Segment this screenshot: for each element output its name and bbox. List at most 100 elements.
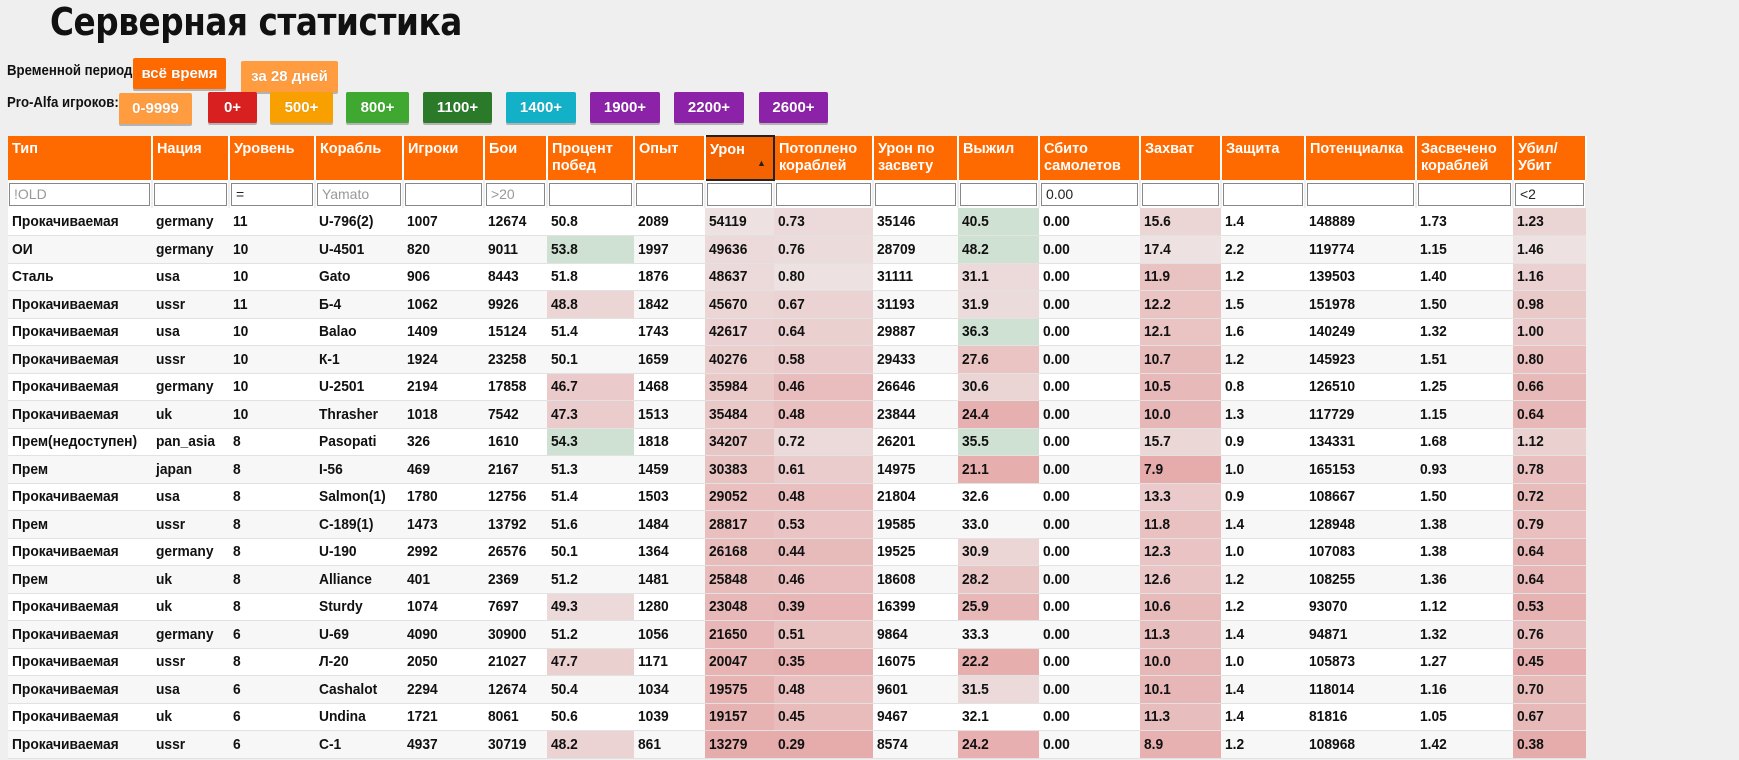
table-row[interactable]: Прокачиваемая usa 8 Salmon(1) 1780 12756 51.4 1… bbox=[8, 483, 1586, 511]
players-filter-button[interactable]: 1900+ bbox=[590, 92, 660, 123]
column-filter-input[interactable] bbox=[316, 182, 401, 206]
filter-cell bbox=[1304, 180, 1417, 208]
column-header[interactable]: Захват bbox=[1139, 136, 1222, 180]
cell-value: 1473 bbox=[406, 515, 438, 533]
table-cell: uk bbox=[151, 400, 229, 429]
column-header[interactable]: Корабль bbox=[314, 136, 404, 180]
cell-value: 26646 bbox=[876, 378, 916, 396]
column-header[interactable]: Сбито самолетов bbox=[1038, 136, 1141, 180]
cell-value: 1.2 bbox=[1224, 598, 1245, 616]
table-row[interactable]: Прем(недоступен) pan_asia 8 Pasopati 326 1610… bbox=[8, 428, 1586, 456]
column-filter-input[interactable] bbox=[153, 182, 227, 206]
table-cell: Прокачиваемая bbox=[8, 345, 152, 374]
players-filter-button[interactable]: 2200+ bbox=[674, 92, 744, 123]
table-row[interactable]: Прокачиваемая germany 10 U-2501 2194 17858 46.… bbox=[8, 373, 1586, 401]
players-filter-button[interactable]: 1400+ bbox=[506, 92, 576, 123]
players-filter-button[interactable]: 800+ bbox=[346, 92, 409, 123]
cell-value: 1.2 bbox=[1224, 268, 1245, 286]
table-row[interactable]: ОИ germany 10 U-4501 820 9011 53.8 1997 49636 0.7… bbox=[8, 235, 1586, 264]
players-filter-button[interactable]: 0+ bbox=[208, 92, 257, 123]
cell-value: 1.46 bbox=[1516, 240, 1544, 258]
cell-value: 0.79 bbox=[1516, 515, 1544, 533]
table-row[interactable]: Прокачиваемая germany 6 U-69 4090 30900 51.2 10… bbox=[8, 620, 1586, 649]
table-cell: 820 bbox=[402, 235, 484, 264]
table-row[interactable]: Прокачиваемая ussr 10 К-1 1924 23258 50.1 1659 4… bbox=[8, 345, 1586, 374]
column-header[interactable]: Потенциалка bbox=[1304, 136, 1417, 180]
table-row[interactable]: Прокачиваемая ussr 11 Б-4 1062 9926 48.8 1842 45… bbox=[8, 290, 1586, 319]
cell-value: Прокачиваемая bbox=[12, 653, 119, 671]
period-all-time-button[interactable]: всё время bbox=[133, 58, 226, 89]
column-header[interactable]: Уровень bbox=[228, 136, 316, 180]
table-row[interactable]: Прем ussr 8 С-189(1) 1473 13792 51.6 1484 28817 0… bbox=[8, 510, 1586, 539]
column-filter-input[interactable] bbox=[1514, 182, 1584, 206]
column-filter-input[interactable] bbox=[1040, 182, 1138, 206]
column-header[interactable]: Тип bbox=[8, 136, 153, 180]
players-filter-button[interactable]: 0-9999 bbox=[119, 93, 192, 124]
column-filter-input[interactable] bbox=[635, 182, 703, 206]
table-cell: 0.45 bbox=[1512, 648, 1586, 676]
table-cell: 0.66 bbox=[1512, 373, 1586, 401]
column-filter-input[interactable] bbox=[874, 182, 956, 206]
table-row[interactable]: Прокачиваемая ussr 8 Л-20 2050 21027 47.7 1171 2… bbox=[8, 648, 1586, 676]
table-cell: 0.79 bbox=[1512, 510, 1586, 539]
column-header[interactable]: Процент побед bbox=[546, 136, 635, 180]
table-cell: 45670 bbox=[704, 290, 774, 319]
cell-value: 1.6 bbox=[1224, 323, 1245, 341]
period-28-days-button[interactable]: за 28 дней bbox=[241, 61, 338, 92]
table-cell: 32.6 bbox=[957, 483, 1039, 511]
table-row[interactable]: Прокачиваемая uk 6 Undina 1721 8061 50.6 1039 19… bbox=[8, 703, 1586, 731]
table-row[interactable]: Прокачиваемая usa 10 Balao 1409 15124 51.4 1743… bbox=[8, 318, 1586, 346]
table-row[interactable]: Сталь usa 10 Gato 906 8443 51.8 1876 48637 0.80 31… bbox=[8, 263, 1586, 291]
players-filter-button[interactable]: 500+ bbox=[270, 92, 333, 123]
table-cell: 13.3 bbox=[1139, 483, 1221, 511]
cell-value: 165153 bbox=[1308, 460, 1355, 478]
column-filter-input[interactable] bbox=[404, 182, 482, 206]
cell-value: germany bbox=[155, 625, 214, 643]
column-header[interactable]: Нация bbox=[151, 136, 230, 180]
table-cell: 0.46 bbox=[773, 373, 873, 401]
column-filter-input[interactable] bbox=[1306, 182, 1414, 206]
cell-value: 1780 bbox=[406, 488, 438, 506]
table-row[interactable]: Прокачиваемая uk 8 Sturdy 1074 7697 49.3 1280 23… bbox=[8, 593, 1586, 621]
filter-cell bbox=[151, 180, 230, 208]
cell-value: 0.66 bbox=[1516, 378, 1544, 396]
column-header[interactable]: Бои bbox=[483, 136, 548, 180]
column-filter-input[interactable] bbox=[9, 182, 150, 206]
column-header[interactable]: Игроки bbox=[402, 136, 485, 180]
column-filter-input[interactable] bbox=[230, 182, 313, 206]
column-header[interactable]: Опыт bbox=[633, 136, 706, 180]
column-header[interactable]: Выжил bbox=[957, 136, 1040, 180]
column-header[interactable]: Урон ▲ bbox=[703, 135, 775, 181]
column-filter-input[interactable] bbox=[1222, 182, 1303, 206]
cell-value: 126510 bbox=[1308, 378, 1355, 396]
players-filter-button[interactable]: 1100+ bbox=[423, 92, 492, 123]
table-row[interactable]: Прокачиваемая ussr 6 С-1 4937 30719 48.2 861 132… bbox=[8, 730, 1586, 759]
table-cell: usa bbox=[151, 675, 229, 704]
table-cell: 1481 bbox=[633, 565, 705, 594]
column-filter-input[interactable] bbox=[706, 183, 772, 206]
column-header[interactable]: Защита bbox=[1220, 136, 1306, 180]
table-row[interactable]: Прем uk 8 Alliance 401 2369 51.2 1481 25848 0.46 1… bbox=[8, 565, 1586, 594]
cell-value: Прокачиваемая bbox=[12, 680, 119, 698]
players-filter-button[interactable]: 2600+ bbox=[759, 92, 828, 123]
table-cell: 1842 bbox=[633, 290, 705, 319]
column-header[interactable]: Урон по засвету bbox=[872, 136, 959, 180]
column-filter-input[interactable] bbox=[1417, 182, 1511, 206]
column-header[interactable]: Засвечено кораблей bbox=[1415, 136, 1514, 180]
column-header[interactable]: Потоплено кораблей bbox=[773, 136, 874, 180]
table-row[interactable]: Прокачиваемая uk 10 Thrasher 1018 7542 47.3 151… bbox=[8, 400, 1586, 429]
column-header[interactable]: Убил/ Убит bbox=[1512, 136, 1587, 180]
table-cell: 906 bbox=[402, 263, 484, 291]
table-row[interactable]: Прокачиваемая germany 8 U-190 2992 26576 50.1 1… bbox=[8, 538, 1586, 566]
table-cell: 1924 bbox=[402, 345, 484, 374]
table-row[interactable]: Прокачиваемая usa 6 Cashalot 2294 12674 50.4 10… bbox=[8, 675, 1586, 704]
column-filter-input[interactable] bbox=[775, 182, 871, 206]
table-cell: 1.23 bbox=[1512, 208, 1586, 236]
column-filter-input[interactable] bbox=[548, 182, 632, 206]
table-row[interactable]: Прокачиваемая germany 11 U-796(2) 1007 12674 5… bbox=[8, 208, 1586, 236]
cell-value: 1.0 bbox=[1224, 653, 1245, 671]
column-filter-input[interactable] bbox=[959, 182, 1037, 206]
column-filter-input[interactable] bbox=[1141, 182, 1219, 206]
table-row[interactable]: Прем japan 8 I-56 469 2167 51.3 1459 30383 0.61 14… bbox=[8, 455, 1586, 484]
column-filter-input[interactable] bbox=[485, 182, 545, 206]
